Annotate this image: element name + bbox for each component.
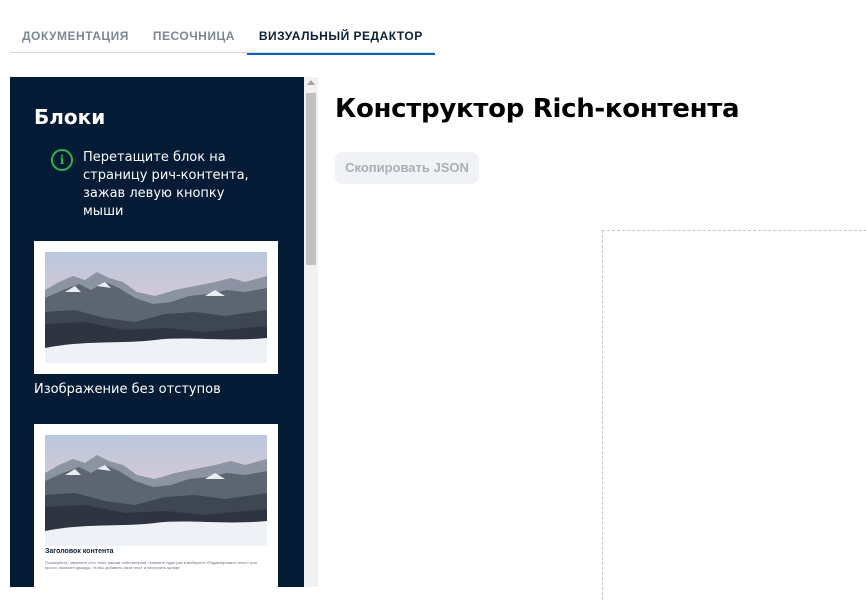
drag-hint-text: Перетащите блок на страницу рич-контента… bbox=[83, 150, 249, 219]
drag-hint: i Перетащите блок на страницу рич-контен… bbox=[51, 149, 271, 221]
tab-documentation[interactable]: ДОКУМЕНТАЦИЯ bbox=[10, 20, 141, 53]
block-preview-text: Пожалуйста, замените этот текст вашим со… bbox=[45, 560, 257, 570]
block-label-image-no-padding: Изображение без отступов bbox=[34, 382, 221, 397]
scroll-up-arrow-icon[interactable] bbox=[307, 80, 315, 85]
info-icon: i bbox=[51, 149, 73, 171]
tab-bar: ДОКУМЕНТАЦИЯ ПЕСОЧНИЦА ВИЗУАЛЬНЫЙ РЕДАКТ… bbox=[10, 20, 435, 55]
block-preview-heading: Заголовок контента bbox=[45, 548, 114, 555]
rich-content-drop-area[interactable] bbox=[602, 230, 866, 600]
blocks-sidebar: Блоки i Перетащите блок на страницу рич-… bbox=[10, 77, 304, 587]
sidebar-title: Блоки bbox=[34, 105, 106, 129]
scroll-thumb[interactable] bbox=[306, 93, 316, 265]
sidebar-scrollbar[interactable] bbox=[304, 77, 318, 587]
tab-visual-editor[interactable]: ВИЗУАЛЬНЫЙ РЕДАКТОР bbox=[246, 20, 435, 55]
block-image-with-text[interactable]: Заголовок контента Пожалуйста, замените … bbox=[34, 424, 278, 587]
block-image-no-padding[interactable] bbox=[34, 241, 278, 374]
tab-sandbox[interactable]: ПЕСОЧНИЦА bbox=[141, 20, 247, 53]
mountain-image bbox=[45, 435, 267, 546]
page-title: Конструктор Rich-контента bbox=[335, 94, 740, 124]
copy-json-button[interactable]: Скопировать JSON bbox=[335, 152, 479, 184]
mountain-image bbox=[45, 252, 267, 363]
